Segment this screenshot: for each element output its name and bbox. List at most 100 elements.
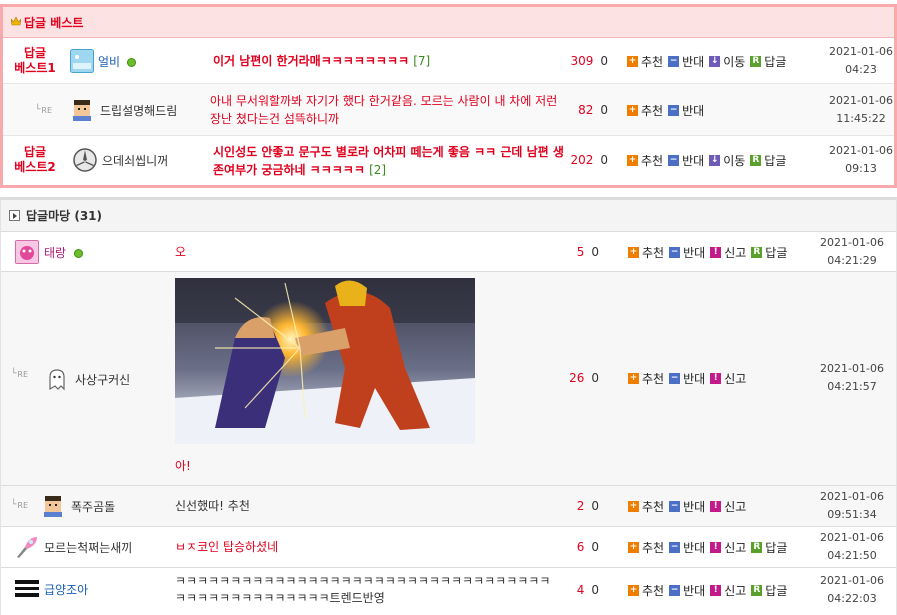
reply-text: ㅋㅋㅋㅋㅋㅋㅋㅋㅋㅋㅋㅋㅋㅋㅋㅋㅋㅋㅋㅋㅋㅋㅋㅋㅋㅋㅋㅋㅋㅋㅋㅋㅋㅋㅋㅋㅋㅋㅋㅋ… <box>175 574 551 605</box>
minus-icon: − <box>669 372 681 384</box>
reply-icon: R <box>751 584 763 596</box>
row-actions: + 추천 − 반대 ! 신고 <box>628 368 746 388</box>
reply-forum-header: 답글마당 (31) <box>1 200 896 232</box>
minus-icon: − <box>669 541 681 553</box>
online-status-icon <box>127 57 137 67</box>
nickname: 폭주곰돌 <box>71 499 116 514</box>
recommend-button[interactable]: + 추천 <box>628 582 664 599</box>
row-actions: + 추천 − 반대 ! 신고 R 답글 <box>628 580 787 600</box>
report-button[interactable]: ! 신고 <box>710 498 746 515</box>
best-replies-header: 답글 베스트 <box>3 7 894 38</box>
author[interactable]: 모르는척쩌는새끼 <box>15 534 132 560</box>
oppose-button[interactable]: − 반대 <box>668 53 704 70</box>
rank-label: 답글 베스트2 <box>14 145 56 174</box>
oppose-button[interactable]: − 반대 <box>669 244 705 261</box>
author[interactable]: 폭주곰돌 <box>41 493 115 519</box>
author[interactable]: 으데쇠씹니꺼 <box>73 147 168 173</box>
avatar <box>70 49 94 73</box>
avatar <box>73 100 91 121</box>
plus-icon: + <box>628 584 639 596</box>
author[interactable]: 사상구커신 <box>45 366 130 392</box>
minus-icon: − <box>669 584 681 596</box>
avatar <box>15 580 39 597</box>
author[interactable]: 태랑 <box>15 239 84 265</box>
reply-row: RE 폭주곰돌 신선했따! 추천 20 +추천 −반대 !신고 2021-01-… <box>1 486 896 527</box>
minus-icon: − <box>669 500 681 512</box>
recommend-button[interactable]: + 추천 <box>628 498 664 515</box>
online-status-icon <box>74 248 84 258</box>
oppose-button[interactable]: − 반대 <box>668 102 704 119</box>
avatar <box>15 240 39 264</box>
best-replies-box: 답글 베스트 답글 베스트1 얼비 이거 남편이 한거라매ㅋㅋㅋㅋㅋㅋㅋㅋ [7]… <box>0 4 897 188</box>
post-title-link[interactable]: 아내 무서워할까봐 자기가 했다 한거같음. 모르는 사람이 내 차에 저런 장… <box>210 90 570 130</box>
move-button[interactable]: ↓ 이동 <box>709 152 745 169</box>
best-replies-title: 답글 베스트 <box>24 15 84 30</box>
expand-arrow-icon[interactable] <box>9 210 20 221</box>
comment-count: [7] <box>413 54 431 68</box>
comment-count: [2] <box>369 163 387 177</box>
reply-row: 급양조아 ㅋㅋㅋㅋㅋㅋㅋㅋㅋㅋㅋㅋㅋㅋㅋㅋㅋㅋㅋㅋㅋㅋㅋㅋㅋㅋㅋㅋㅋㅋㅋㅋㅋㅋㅋ… <box>1 568 896 612</box>
oppose-button[interactable]: − 반대 <box>668 152 704 169</box>
author[interactable]: 얼비 <box>70 48 137 74</box>
reply-text: 아! <box>175 459 191 473</box>
avatar <box>49 369 65 391</box>
report-button[interactable]: ! 신고 <box>710 539 746 556</box>
minus-icon: − <box>668 104 680 116</box>
reply-button[interactable]: R 답글 <box>751 244 787 261</box>
nickname: 사상구커신 <box>75 372 131 387</box>
reply-marker: RE <box>11 368 28 380</box>
best-row: 답글 베스트2 으데쇠씹니꺼 시인성도 안좋고 문구도 별로라 어차피 떼는게 좋… <box>3 136 894 185</box>
reply-button[interactable]: R 답글 <box>750 53 786 70</box>
plus-icon: + <box>628 372 639 384</box>
row-actions: + 추천 − 반대 ↓ 이동 R 답글 <box>627 143 786 177</box>
reply-button[interactable]: R 답글 <box>751 582 787 599</box>
plus-icon: + <box>627 55 638 67</box>
row-actions: + 추천 − 반대 ↓ 이동 R 답글 <box>627 44 786 78</box>
post-date: 2021-01-06 04:22:03 <box>820 574 884 605</box>
nickname: 드립설명해드림 <box>100 103 178 118</box>
recommend-button[interactable]: + 추천 <box>628 370 664 387</box>
oppose-button[interactable]: − 반대 <box>669 582 705 599</box>
post-date: 2021-01-06 04:21:57 <box>820 362 884 393</box>
oppose-button[interactable]: − 반대 <box>669 498 705 515</box>
best-row: RE 드립설명해드림 아내 무서워할까봐 자기가 했다 한거같음. 모르는 사람… <box>3 84 894 136</box>
oppose-button[interactable]: − 반대 <box>669 539 705 556</box>
avatar <box>17 537 37 558</box>
minus-icon: − <box>669 246 681 258</box>
report-button[interactable]: ! 신고 <box>710 582 746 599</box>
report-button[interactable]: ! 신고 <box>710 244 746 261</box>
post-image[interactable] <box>175 278 475 444</box>
rank-label: 답글 베스트1 <box>14 46 56 75</box>
recommend-button[interactable]: + 추천 <box>628 539 664 556</box>
avatar <box>73 148 97 172</box>
recommend-button[interactable]: + 추천 <box>627 102 663 119</box>
avatar <box>44 496 62 517</box>
reply-button[interactable]: R 답글 <box>751 539 787 556</box>
report-icon: ! <box>710 372 722 384</box>
fighting-game-image <box>175 278 475 444</box>
post-title-link[interactable]: 이거 남편이 한거라매ㅋㅋㅋㅋㅋㅋㅋㅋ [7] <box>213 44 563 78</box>
plus-icon: + <box>627 104 638 116</box>
reply-forum-title: 답글마당 (31) <box>26 209 103 223</box>
vote-count: 50 <box>576 245 599 259</box>
oppose-button[interactable]: − 반대 <box>669 370 705 387</box>
recommend-button[interactable]: + 추천 <box>627 53 663 70</box>
report-icon: ! <box>710 500 722 512</box>
down-arrow-icon: ↓ <box>709 154 721 166</box>
crown-icon <box>11 16 21 26</box>
reply-text: 신선했따! 추천 <box>175 499 250 513</box>
recommend-button[interactable]: + 추천 <box>627 152 663 169</box>
report-button[interactable]: ! 신고 <box>710 370 746 387</box>
row-actions: + 추천 − 반대 ! 신고 <box>628 496 746 516</box>
author[interactable]: 드립설명해드림 <box>70 97 177 123</box>
reply-button[interactable]: R 답글 <box>750 152 786 169</box>
move-button[interactable]: ↓ 이동 <box>709 53 745 70</box>
recommend-button[interactable]: + 추천 <box>628 244 664 261</box>
vote-count: 82 0 <box>578 103 608 117</box>
author[interactable]: 급양조아 <box>15 576 88 602</box>
row-actions: + 추천 − 반대 ! 신고 R 답글 <box>628 242 787 262</box>
plus-icon: + <box>628 541 639 553</box>
post-title-link[interactable]: 시인성도 안좋고 문구도 별로라 어차피 떼는게 좋음 ㅋㅋ 근데 남편 생존여… <box>213 141 568 181</box>
plus-icon: + <box>628 246 639 258</box>
nickname: 얼비 <box>98 54 121 69</box>
